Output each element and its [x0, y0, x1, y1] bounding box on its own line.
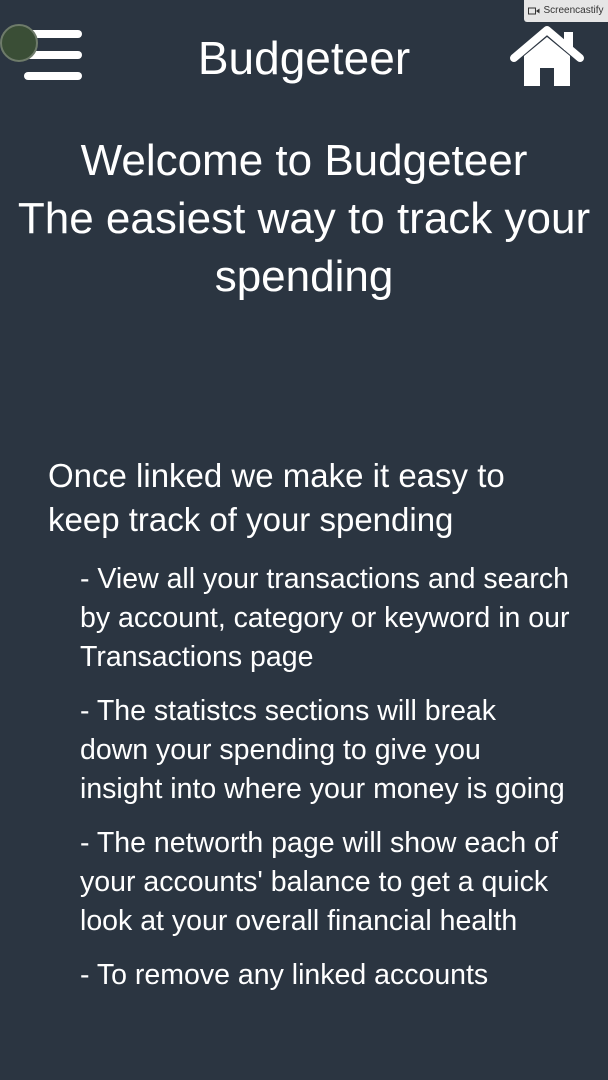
screen-recorder-badge: Screencastify	[524, 0, 608, 22]
app-header: Budgeteer	[0, 0, 608, 120]
home-icon	[510, 26, 584, 86]
video-camera-icon	[528, 7, 540, 15]
feature-item: - To remove any linked accounts	[80, 959, 489, 991]
cursor-indicator	[0, 24, 38, 62]
recorder-badge-label: Screencastify	[543, 5, 604, 16]
home-button[interactable]	[508, 26, 586, 88]
feature-list: - View all your transactions and search …	[80, 560, 570, 1010]
welcome-heading: Welcome to Budgeteer The easiest way to …	[0, 132, 608, 306]
feature-item: - The networth page will show each of yo…	[80, 827, 558, 937]
intro-text: Once linked we make it easy to keep trac…	[48, 457, 505, 538]
feature-item: - The statistcs sections will break down…	[80, 695, 565, 805]
welcome-line: Welcome to Budgeteer	[80, 136, 528, 185]
tagline: The easiest way to track your spending	[17, 194, 591, 301]
feature-item: - View all your transactions and search …	[80, 563, 570, 673]
